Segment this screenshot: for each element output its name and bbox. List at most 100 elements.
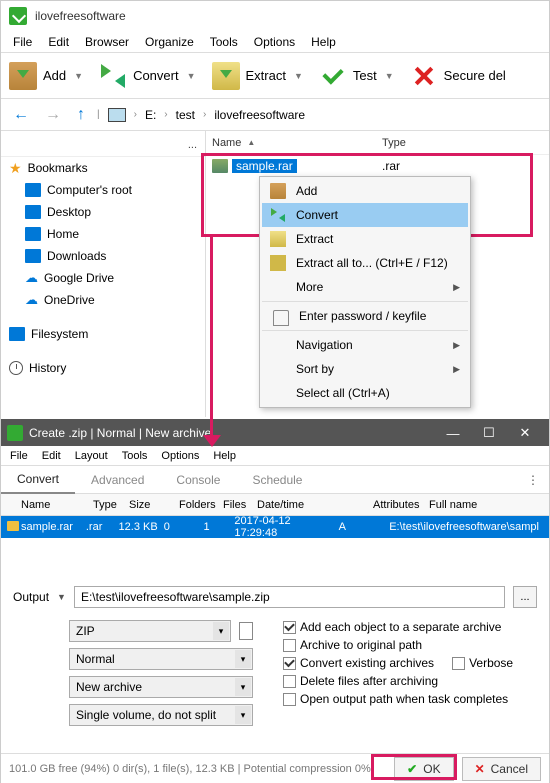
ctx-more[interactable]: More▶ xyxy=(262,275,468,299)
ctx-extract[interactable]: Extract xyxy=(262,227,468,251)
more-menu[interactable]: ⋮ xyxy=(517,467,549,493)
ctx-add[interactable]: Add xyxy=(262,179,468,203)
lock-icon xyxy=(273,310,289,326)
menu-tools[interactable]: Tools xyxy=(115,448,155,464)
nav-forward-icon[interactable]: → xyxy=(41,106,65,124)
status-text: 101.0 GB free (94%) 0 dir(s), 1 file(s),… xyxy=(9,763,371,775)
sidebar-history[interactable]: History xyxy=(1,357,205,379)
col-size[interactable]: Size xyxy=(129,499,179,511)
convert-button[interactable]: Convert▼ xyxy=(91,56,203,96)
chk-convert-existing[interactable]: Convert existing archives xyxy=(283,656,434,670)
chevron-down-icon[interactable]: ▼ xyxy=(385,71,394,81)
menu-layout[interactable]: Layout xyxy=(68,448,115,464)
page-icon[interactable] xyxy=(239,622,253,640)
crumb-current[interactable]: ilovefreesoftware xyxy=(214,108,305,122)
chevron-down-icon[interactable]: ▼ xyxy=(57,592,66,602)
chk-delete-after[interactable]: Delete files after archiving xyxy=(283,674,537,688)
dialog-menubar: File Edit Layout Tools Options Help xyxy=(1,446,549,466)
submenu-arrow-icon: ▶ xyxy=(453,282,460,293)
split-select[interactable]: Single volume, do not split▾ xyxy=(69,704,253,726)
format-options: ZIP▾ Normal▾ New archive▾ Single volume,… xyxy=(69,620,253,726)
status-bar: 101.0 GB free (94%) 0 dir(s), 1 file(s),… xyxy=(1,753,549,783)
sidebar-item-onedrive[interactable]: ☁OneDrive xyxy=(1,289,205,311)
add-button[interactable]: Add▼ xyxy=(1,56,91,96)
secure-delete-button[interactable]: Secure del xyxy=(402,56,514,96)
menu-browser[interactable]: Browser xyxy=(77,32,137,52)
browse-button[interactable]: ... xyxy=(513,586,537,608)
menu-help[interactable]: Help xyxy=(206,448,243,464)
submenu-arrow-icon: ▶ xyxy=(453,340,460,351)
menu-edit[interactable]: Edit xyxy=(40,32,77,52)
sidebar-filesystem[interactable]: Filesystem xyxy=(1,323,205,345)
output-label: Output xyxy=(13,590,49,604)
col-type[interactable]: Type xyxy=(382,137,406,149)
tab-console[interactable]: Console xyxy=(160,467,236,493)
chk-open-output[interactable]: Open output path when task completes xyxy=(283,692,537,706)
col-attributes[interactable]: Attributes xyxy=(373,499,429,511)
col-files[interactable]: Files xyxy=(223,499,257,511)
ctx-navigation[interactable]: Navigation▶ xyxy=(262,333,468,357)
extract-button[interactable]: Extract▼ xyxy=(204,56,311,96)
col-name[interactable]: Name xyxy=(212,137,382,149)
close-button[interactable]: ✕ xyxy=(507,425,543,441)
level-select[interactable]: Normal▾ xyxy=(69,648,253,670)
sidebar-dots[interactable]: ... xyxy=(1,133,205,157)
sidebar-item-gdrive[interactable]: ☁Google Drive xyxy=(1,267,205,289)
sidebar-item-downloads[interactable]: Downloads xyxy=(1,245,205,267)
menu-file[interactable]: File xyxy=(3,448,35,464)
menu-options[interactable]: Options xyxy=(154,448,206,464)
crumb-folder[interactable]: test xyxy=(176,108,195,122)
annotation-arrow xyxy=(210,236,213,442)
minimize-button[interactable]: — xyxy=(435,426,471,441)
chk-original-path[interactable]: Archive to original path xyxy=(283,638,537,652)
chevron-down-icon[interactable]: ▼ xyxy=(187,71,196,81)
sidebar-item-desktop[interactable]: Desktop xyxy=(1,201,205,223)
col-datetime[interactable]: Date/time xyxy=(257,499,373,511)
menu-bar: File Edit Browser Organize Tools Options… xyxy=(1,31,549,53)
ctx-select-all[interactable]: Select all (Ctrl+A) xyxy=(262,381,468,405)
menu-options[interactable]: Options xyxy=(246,32,303,52)
col-fullname[interactable]: Full name xyxy=(429,499,543,511)
folder-icon xyxy=(25,205,41,219)
menu-file[interactable]: File xyxy=(5,32,40,52)
computer-icon[interactable] xyxy=(108,108,126,122)
list-header: Name Type xyxy=(206,131,549,155)
nav-back-icon[interactable]: ← xyxy=(9,106,33,124)
ok-button[interactable]: ✔OK xyxy=(394,757,453,781)
cancel-button[interactable]: ✕Cancel xyxy=(462,757,541,781)
grid-row[interactable]: sample.rar .rar 12.3 KB 0 1 2017-04-12 1… xyxy=(1,516,549,538)
ctx-sort-by[interactable]: Sort by▶ xyxy=(262,357,468,381)
output-path-input[interactable]: E:\test\ilovefreesoftware\sample.zip xyxy=(74,586,505,608)
test-button[interactable]: Test▼ xyxy=(311,56,402,96)
col-name[interactable]: Name xyxy=(21,499,93,511)
format-select[interactable]: ZIP▾ xyxy=(69,620,231,642)
menu-help[interactable]: Help xyxy=(303,32,344,52)
annotation-arrow-head xyxy=(203,435,221,447)
menu-tools[interactable]: Tools xyxy=(202,32,246,52)
ctx-convert[interactable]: Convert xyxy=(262,203,468,227)
col-folders[interactable]: Folders xyxy=(179,499,223,511)
ctx-enter-password[interactable]: Enter password / keyfile xyxy=(262,304,468,328)
menu-edit[interactable]: Edit xyxy=(35,448,68,464)
tab-convert[interactable]: Convert xyxy=(1,466,75,494)
chevron-down-icon[interactable]: ▼ xyxy=(294,71,303,81)
nav-up-icon[interactable]: ↑ xyxy=(73,106,89,124)
crumb-drive[interactable]: E: xyxy=(145,108,156,122)
chk-separate[interactable]: Add each object to a separate archive xyxy=(283,620,537,634)
maximize-button[interactable]: ☐ xyxy=(471,425,507,441)
chevron-down-icon[interactable]: ▼ xyxy=(74,71,83,81)
menu-organize[interactable]: Organize xyxy=(137,32,202,52)
extract-icon xyxy=(212,62,240,90)
ctx-extract-all[interactable]: Extract all to... (Ctrl+E / F12) xyxy=(262,251,468,275)
chevron-down-icon: ▾ xyxy=(235,706,251,724)
tab-schedule[interactable]: Schedule xyxy=(236,467,318,493)
tab-advanced[interactable]: Advanced xyxy=(75,467,160,493)
checkbox-icon xyxy=(283,639,296,652)
col-type[interactable]: Type xyxy=(93,499,129,511)
mode-select[interactable]: New archive▾ xyxy=(69,676,253,698)
file-row[interactable]: sample.rar .rar xyxy=(206,155,549,177)
sidebar-bookmarks[interactable]: ★Bookmarks xyxy=(1,157,205,179)
sidebar-item-home[interactable]: Home xyxy=(1,223,205,245)
sidebar-item-root[interactable]: Computer's root xyxy=(1,179,205,201)
chk-verbose[interactable]: Verbose xyxy=(452,656,513,670)
